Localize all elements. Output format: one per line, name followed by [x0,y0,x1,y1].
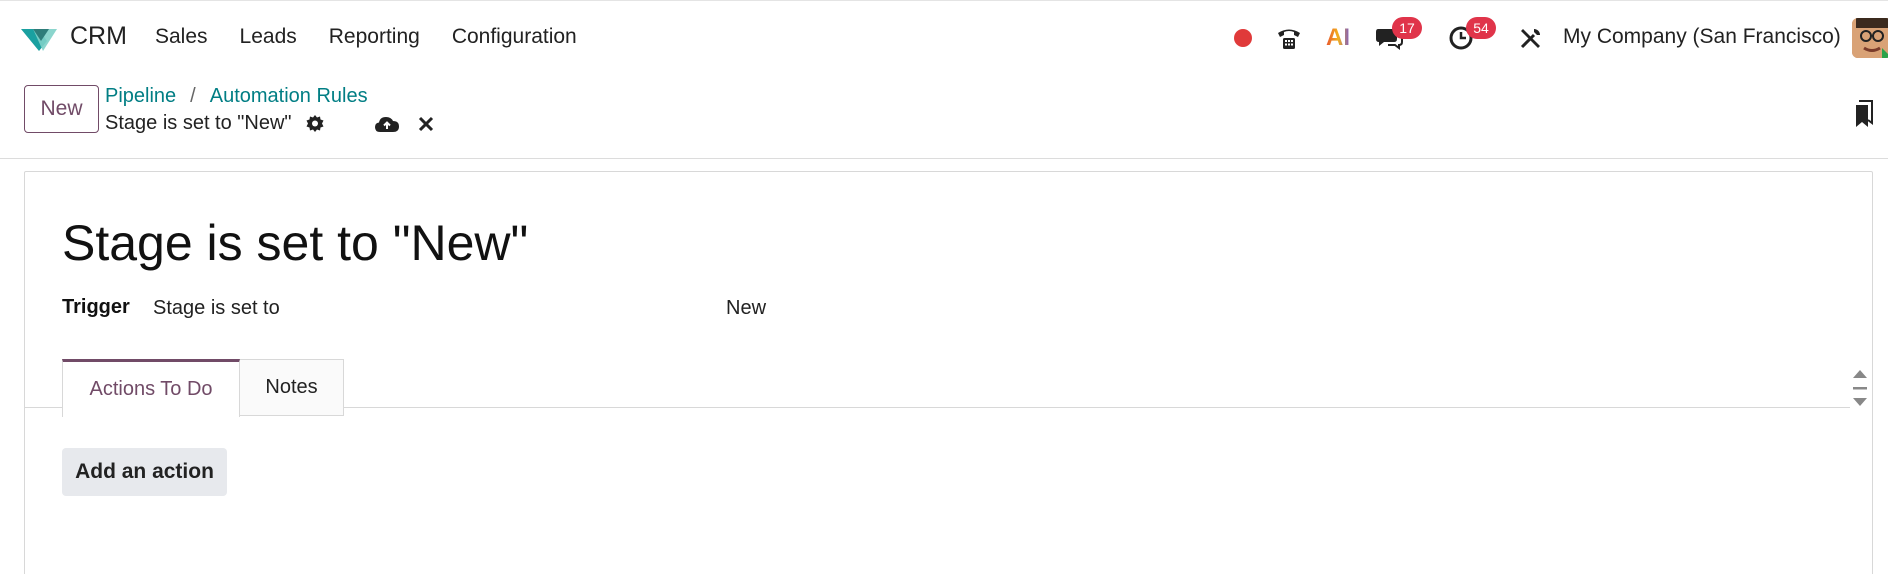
activities-clock-icon[interactable]: 54 [1444,17,1496,57]
breadcrumb-automation-rules[interactable]: Automation Rules [210,85,368,108]
menu-reporting[interactable]: Reporting [329,25,420,49]
user-avatar[interactable] [1852,18,1888,58]
record-breadcrumb-title: Stage is set to "New" [105,112,292,134]
top-navbar: CRM Sales Leads Reporting Configuration … [0,0,1888,75]
messages-badge: 17 [1392,17,1422,39]
rule-title[interactable]: Stage is set to "New" [62,214,528,272]
company-switcher[interactable]: My Company (San Francisco) [1563,25,1841,49]
control-panel: New Pipeline / Automation Rules Stage is… [0,75,1888,159]
menu-configuration[interactable]: Configuration [452,25,577,49]
debug-tools-icon[interactable] [1514,19,1548,57]
messages-icon[interactable]: 17 [1372,17,1422,57]
save-cloud-icon[interactable] [374,113,400,135]
breadcrumb-separator: / [190,85,196,107]
ai-icon[interactable]: AI [1322,19,1354,57]
trigger-label: Trigger [62,296,130,318]
phone-icon[interactable] [1272,19,1306,57]
record-line: Stage is set to "New" [105,112,436,135]
gear-icon[interactable] [304,113,326,135]
trigger-select[interactable]: Stage is set to [153,297,280,320]
scroll-arrows-icon[interactable] [1850,364,1870,414]
activities-badge: 54 [1466,17,1496,39]
menu-sales[interactable]: Sales [155,25,208,49]
app-name[interactable]: CRM [70,22,127,51]
crm-logo-icon[interactable] [19,23,59,53]
trigger-stage-field[interactable]: New [726,297,766,320]
breadcrumb-pipeline[interactable]: Pipeline [105,85,176,108]
form-sheet: Stage is set to "New" Trigger Stage is s… [24,171,1873,574]
new-button[interactable]: New [24,85,99,133]
notebook-tabs: Actions To Do Notes [25,359,1850,417]
main-menu: Sales Leads Reporting Configuration [155,25,609,49]
tab-notes[interactable]: Notes [240,359,344,416]
menu-leads[interactable]: Leads [240,25,297,49]
discard-close-icon[interactable] [416,114,436,134]
ai-label: AI [1326,24,1350,51]
recording-indicator-icon[interactable] [1232,19,1254,57]
tab-actions-to-do[interactable]: Actions To Do [62,359,240,417]
bookmark-icon[interactable] [1854,99,1876,129]
add-action-button[interactable]: Add an action [62,448,227,496]
breadcrumb: Pipeline / Automation Rules [105,85,368,108]
